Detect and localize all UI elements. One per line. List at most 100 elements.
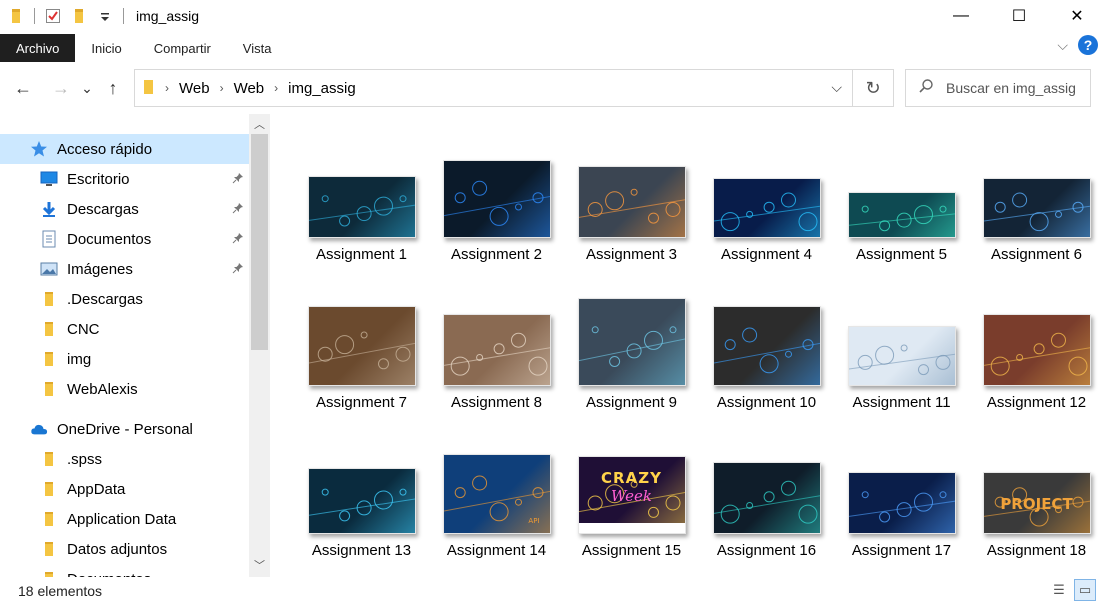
folder-icon — [40, 320, 58, 338]
expand-ribbon-chevron-icon[interactable]: ⌵ — [1057, 37, 1068, 54]
thumbnail-mark — [321, 195, 329, 203]
thumbnail-frame — [564, 262, 699, 386]
search-input[interactable] — [946, 80, 1086, 96]
customize-dropdown-icon[interactable] — [97, 8, 113, 24]
folder-icon — [40, 510, 58, 528]
refresh-button[interactable]: ↻ — [853, 69, 894, 107]
breadcrumb-web-1[interactable]: Web — [179, 80, 210, 97]
sidebar-item[interactable]: OneDrive - Personal — [0, 414, 249, 444]
image-thumbnail — [712, 306, 821, 386]
thumbnail-frame — [564, 114, 699, 238]
image-thumbnail — [307, 468, 416, 534]
tab-archivo[interactable]: Archivo — [0, 34, 76, 62]
scroll-up-arrow[interactable]: ︿ — [249, 114, 270, 134]
file-item[interactable]: CRAZY Week Assignment 15 — [564, 410, 699, 559]
pictures-icon — [40, 260, 58, 278]
minimize-button[interactable]: — — [932, 0, 990, 32]
breadcrumb-separator[interactable]: › — [165, 81, 169, 95]
scroll-down-arrow[interactable]: ﹀ — [249, 555, 270, 575]
sidebar-item[interactable]: Acceso rápido — [0, 134, 249, 164]
title-bar: img_assig — ☐ ✕ — [0, 0, 1106, 32]
file-item[interactable]: Assignment 4 — [699, 114, 834, 263]
tab-inicio[interactable]: Inicio — [75, 34, 137, 62]
thumbnail-art — [983, 332, 1090, 376]
file-item[interactable]: API Assignment 14 — [429, 410, 564, 559]
sidebar-item[interactable]: CNC — [0, 314, 249, 344]
thumbnail-mark — [913, 205, 933, 225]
sidebar-item[interactable]: .Descargas — [0, 284, 249, 314]
sidebar-item[interactable]: Imágenes — [0, 254, 249, 284]
desktop-icon — [40, 170, 58, 188]
new-folder-icon[interactable] — [71, 8, 87, 24]
thumbnail-mark — [510, 332, 526, 348]
file-item[interactable]: Assignment 9 — [564, 262, 699, 411]
sidebar-item[interactable]: Documentos — [0, 564, 249, 577]
file-item[interactable]: Assignment 5 — [834, 114, 969, 263]
file-item[interactable]: Assignment 3 — [564, 114, 699, 263]
address-dropdown-icon[interactable]: ⌵ — [831, 79, 842, 96]
large-icons-view-button[interactable]: ▭ — [1074, 579, 1096, 601]
folder-icon — [143, 79, 155, 98]
thumbnail-mark — [647, 506, 659, 518]
sidebar-item[interactable]: Documentos — [0, 224, 249, 254]
sidebar-item[interactable]: Application Data — [0, 504, 249, 534]
file-item[interactable]: Assignment 10 — [699, 262, 834, 411]
back-button[interactable]: ← — [11, 78, 35, 99]
tab-vista[interactable]: Vista — [227, 34, 288, 62]
address-bar[interactable]: › Web › Web › img_assig ⌵ — [134, 69, 853, 107]
pin-icon — [232, 202, 244, 217]
file-item[interactable]: Assignment 2 — [429, 114, 564, 263]
thumbnail-mark — [935, 354, 950, 370]
help-button[interactable]: ? — [1078, 35, 1098, 55]
search-box[interactable] — [905, 69, 1091, 107]
thumbnail-mark — [913, 492, 933, 512]
folder-icon — [40, 290, 58, 308]
folder-icon[interactable] — [8, 8, 24, 24]
sidebar-item[interactable]: .spss — [0, 444, 249, 474]
recent-locations-button[interactable]: ⌄ — [75, 80, 99, 97]
address-row: ← → ⌄ ↑ › Web › Web › img_assig ⌵ ↻ — [0, 64, 1106, 112]
thumbnail-mark — [780, 192, 796, 208]
thumbnail-mark — [784, 350, 792, 358]
sidebar-item[interactable]: WebAlexis — [0, 374, 249, 404]
up-button[interactable]: ↑ — [101, 78, 125, 99]
file-item[interactable]: Assignment 16 — [699, 410, 834, 559]
file-name: Assignment 6 — [991, 246, 1082, 263]
file-item[interactable]: Assignment 7 — [294, 262, 429, 411]
file-item[interactable]: Assignment 11 — [834, 262, 969, 411]
thumbnail-mark — [443, 347, 550, 366]
sidebar-item[interactable]: Escritorio — [0, 164, 249, 194]
file-item[interactable]: Assignment 6 — [969, 114, 1104, 263]
thumbnail-mark — [399, 195, 406, 203]
file-item[interactable]: Assignment 17 — [834, 410, 969, 559]
thumbnail-art — [713, 327, 820, 374]
forward-button[interactable]: → — [49, 78, 73, 99]
properties-icon[interactable] — [45, 8, 61, 24]
breadcrumb-img-assig[interactable]: img_assig — [288, 80, 356, 97]
file-item[interactable]: Assignment 13 — [294, 410, 429, 559]
thumbnail-frame — [699, 262, 834, 386]
file-item[interactable]: PROJECT Assignment 18 — [969, 410, 1104, 559]
file-name: Assignment 13 — [311, 542, 412, 559]
sidebar-item[interactable]: Descargas — [0, 194, 249, 224]
file-item[interactable]: Assignment 1 — [294, 114, 429, 263]
file-item[interactable]: Assignment 8 — [429, 262, 564, 411]
breadcrumb-separator[interactable]: › — [220, 81, 224, 95]
maximize-button[interactable]: ☐ — [990, 0, 1048, 32]
sidebar-item[interactable]: Datos adjuntos — [0, 534, 249, 564]
thumbnail-mark — [489, 502, 509, 522]
breadcrumb-separator[interactable]: › — [274, 81, 278, 95]
thumbnail-frame — [969, 114, 1104, 238]
sidebar-item[interactable]: AppData — [0, 474, 249, 504]
close-button[interactable]: ✕ — [1048, 0, 1106, 32]
thumbnail-frame: API — [429, 410, 564, 534]
sidebar-item[interactable]: img — [0, 344, 249, 374]
refresh-icon: ↻ — [865, 77, 881, 98]
scrollbar-thumb[interactable] — [251, 134, 268, 350]
sidebar-item-label: OneDrive - Personal — [57, 420, 193, 438]
details-view-button[interactable]: ☰ — [1048, 579, 1070, 601]
tab-compartir[interactable]: Compartir — [138, 34, 227, 62]
breadcrumb-web-2[interactable]: Web — [234, 80, 265, 97]
file-item[interactable]: Assignment 12 — [969, 262, 1104, 411]
thumbnail-mark — [321, 488, 329, 496]
